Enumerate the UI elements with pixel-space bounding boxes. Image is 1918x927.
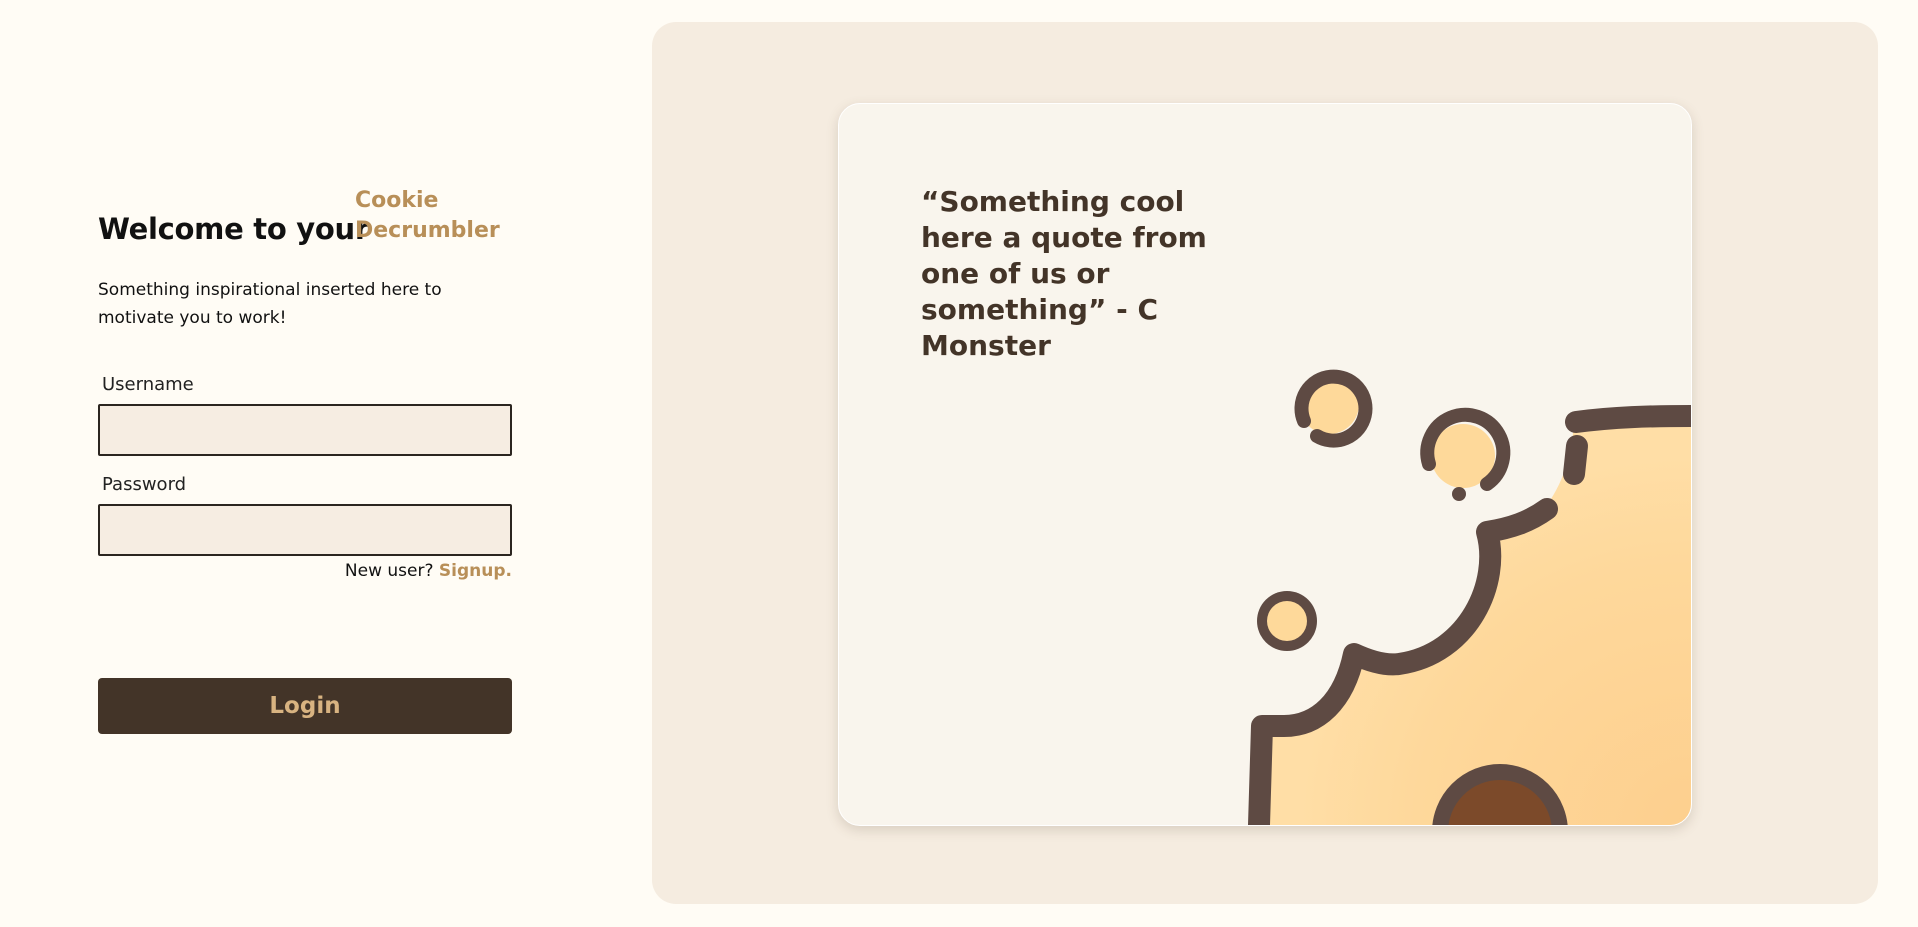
- cookie-top-edge: [1565, 405, 1691, 433]
- quote-card: “Something cool here a quote from one of…: [838, 103, 1692, 826]
- chocolate-chip-outline: [1432, 764, 1568, 825]
- crumb-2-dot: [1452, 487, 1466, 501]
- tagline: Something inspirational inserted here to…: [98, 280, 442, 328]
- password-label: Password: [102, 474, 187, 495]
- cookie-edge-tick: [1563, 435, 1588, 485]
- signup-link[interactable]: Signup.: [439, 561, 512, 581]
- signup-prompt: New user?: [344, 561, 434, 581]
- brand-name: Cookie Decrumbler: [355, 188, 500, 243]
- login-page: Welcome to your Cookie Decrumbler Someth…: [0, 0, 1918, 927]
- login-button[interactable]: Login: [98, 678, 512, 734]
- showcase-panel: “Something cool here a quote from one of…: [652, 22, 1878, 904]
- username-label: Username: [102, 374, 194, 395]
- password-input[interactable]: [98, 504, 512, 556]
- welcome-heading: Welcome to your Cookie Decrumbler: [98, 186, 512, 252]
- bitten-cookie-icon: [1248, 369, 1691, 825]
- login-form: Welcome to your Cookie Decrumbler Someth…: [98, 186, 512, 734]
- crumb-3-center: [1267, 601, 1307, 641]
- username-input[interactable]: [98, 404, 512, 456]
- welcome-text: Welcome to your: [98, 212, 369, 246]
- signup-row: New user? Signup.: [98, 561, 512, 581]
